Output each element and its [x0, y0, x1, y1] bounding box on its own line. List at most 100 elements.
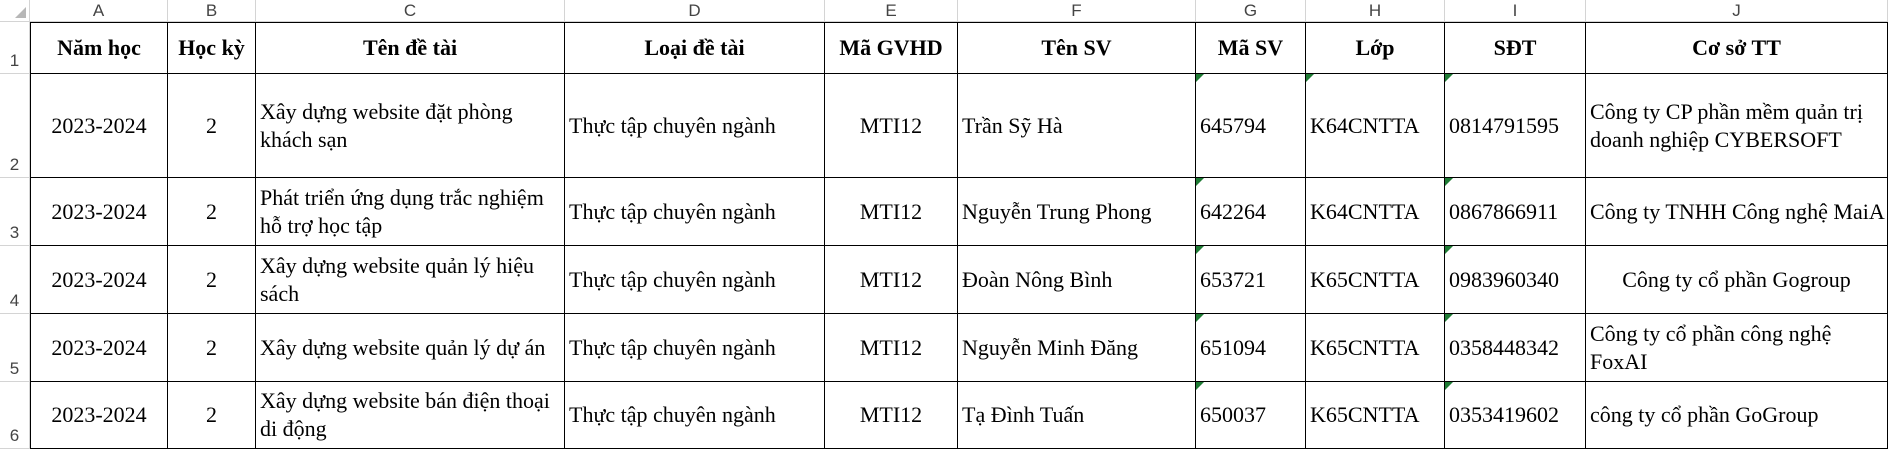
- header-cell-g[interactable]: Mã SV: [1196, 22, 1306, 74]
- row-header-1[interactable]: 1: [0, 22, 30, 74]
- row-header-5[interactable]: 5: [0, 314, 30, 382]
- header-cell-i[interactable]: SĐT: [1445, 22, 1586, 74]
- table-cell[interactable]: MTI12: [825, 74, 958, 178]
- table-cell[interactable]: Thực tập chuyên ngành: [565, 246, 825, 314]
- column-header-g[interactable]: G: [1196, 0, 1306, 22]
- table-cell[interactable]: K64CNTTA: [1306, 178, 1445, 246]
- table-cell[interactable]: 2: [168, 314, 256, 382]
- table-cell[interactable]: Thực tập chuyên ngành: [565, 178, 825, 246]
- table-cell[interactable]: 0867866911: [1445, 178, 1586, 246]
- cell-value: Công ty cổ phần công nghệ FoxAI: [1590, 320, 1832, 374]
- header-cell-label: Mã SV: [1217, 35, 1284, 60]
- table-cell[interactable]: 2: [168, 382, 256, 449]
- header-cell-h[interactable]: Lớp: [1306, 22, 1445, 74]
- column-header-b[interactable]: B: [168, 0, 256, 22]
- table-cell[interactable]: Tạ Đình Tuấn: [958, 382, 1196, 449]
- table-cell[interactable]: 2023-2024: [30, 314, 168, 382]
- cell-value: công ty cổ phần GoGroup: [1590, 402, 1819, 427]
- header-cell-e[interactable]: Mã GVHD: [825, 22, 958, 74]
- table-cell[interactable]: 645794: [1196, 74, 1306, 178]
- cell-value: 2023-2024: [51, 334, 147, 360]
- table-cell[interactable]: 2023-2024: [30, 246, 168, 314]
- table-cell[interactable]: Công ty CP phần mềm quản trị doanh nghiệ…: [1586, 74, 1888, 178]
- table-cell[interactable]: Nguyễn Minh Đăng: [958, 314, 1196, 382]
- error-indicator-icon: [1196, 314, 1204, 322]
- header-cell-b[interactable]: Học kỳ: [168, 22, 256, 74]
- table-cell[interactable]: 653721: [1196, 246, 1306, 314]
- table-cell[interactable]: 2: [168, 246, 256, 314]
- table-cell[interactable]: MTI12: [825, 314, 958, 382]
- error-indicator-icon: [1445, 178, 1453, 186]
- table-cell[interactable]: 650037: [1196, 382, 1306, 449]
- column-header-j[interactable]: J: [1586, 0, 1888, 22]
- table-cell[interactable]: K65CNTTA: [1306, 314, 1445, 382]
- spreadsheet-grid: A B C D E F G H I J 1 2 3 4 5 6 Năm học Học kỳ Tên đề tài L…: [0, 0, 1888, 449]
- table-cell[interactable]: Công ty cổ phần Gogroup: [1586, 246, 1888, 314]
- table-cell[interactable]: Xây dựng website bán điện thoại di động: [256, 382, 565, 449]
- table-cell[interactable]: MTI12: [825, 382, 958, 449]
- table-cell[interactable]: 651094: [1196, 314, 1306, 382]
- table-cell[interactable]: MTI12: [825, 246, 958, 314]
- cell-value: 2: [206, 402, 217, 427]
- table-cell[interactable]: 0983960340: [1445, 246, 1586, 314]
- table-cell[interactable]: Trần Sỹ Hà: [958, 74, 1196, 178]
- table-cell[interactable]: Thực tập chuyên ngành: [565, 314, 825, 382]
- table-cell[interactable]: 0353419602: [1445, 382, 1586, 449]
- cell-value: K64CNTTA: [1310, 198, 1420, 224]
- cell-value: Xây dựng website quản lý hiệu sách: [260, 252, 535, 306]
- table-cell[interactable]: Thực tập chuyên ngành: [565, 382, 825, 449]
- column-header-a[interactable]: A: [30, 0, 168, 22]
- column-header-f[interactable]: F: [958, 0, 1196, 22]
- row-header-6[interactable]: 6: [0, 382, 30, 449]
- table-cell[interactable]: Xây dựng website quản lý hiệu sách: [256, 246, 565, 314]
- row-header-2[interactable]: 2: [0, 74, 30, 178]
- table-cell[interactable]: Phát triển ứng dụng trắc nghiệm hỗ trợ h…: [256, 178, 565, 246]
- table-cell[interactable]: K65CNTTA: [1306, 246, 1445, 314]
- error-indicator-icon: [1196, 74, 1204, 82]
- cell-value: 2: [206, 334, 217, 360]
- table-cell[interactable]: Đoàn Nông Bình: [958, 246, 1196, 314]
- row-header-3[interactable]: 3: [0, 178, 30, 246]
- table-cell[interactable]: 2: [168, 178, 256, 246]
- column-header-d[interactable]: D: [565, 0, 825, 22]
- header-cell-d[interactable]: Loại đề tài: [565, 22, 825, 74]
- header-cell-j[interactable]: Cơ sở TT: [1586, 22, 1888, 74]
- table-cell[interactable]: MTI12: [825, 178, 958, 246]
- header-cell-label: Tên đề tài: [362, 35, 458, 60]
- table-cell[interactable]: K64CNTTA: [1306, 74, 1445, 178]
- header-cell-a[interactable]: Năm học: [30, 22, 168, 74]
- table-cell[interactable]: 0358448342: [1445, 314, 1586, 382]
- table-cell[interactable]: Công ty TNHH Công nghệ MaiA: [1586, 178, 1888, 246]
- cell-value: K64CNTTA: [1310, 112, 1420, 138]
- cell-value: Thực tập chuyên ngành: [569, 402, 776, 427]
- header-cell-f[interactable]: Tên SV: [958, 22, 1196, 74]
- cell-value: 2023-2024: [51, 402, 147, 427]
- table-cell[interactable]: Công ty cổ phần công nghệ FoxAI: [1586, 314, 1888, 382]
- cell-value: Nguyễn Minh Đăng: [962, 334, 1138, 360]
- select-all-corner[interactable]: [0, 0, 30, 22]
- table-cell[interactable]: 2023-2024: [30, 382, 168, 449]
- table-cell[interactable]: 2023-2024: [30, 178, 168, 246]
- table-cell[interactable]: Xây dựng website đặt phòng khách sạn: [256, 74, 565, 178]
- row-header-4[interactable]: 4: [0, 246, 30, 314]
- column-header-e[interactable]: E: [825, 0, 958, 22]
- table-cell[interactable]: 642264: [1196, 178, 1306, 246]
- column-header-i[interactable]: I: [1445, 0, 1586, 22]
- header-cell-c[interactable]: Tên đề tài: [256, 22, 565, 74]
- column-header-h[interactable]: H: [1306, 0, 1445, 22]
- cell-value: Công ty TNHH Công nghệ MaiA: [1590, 198, 1885, 224]
- table-cell[interactable]: 0814791595: [1445, 74, 1586, 178]
- error-indicator-icon: [1445, 314, 1453, 322]
- table-cell[interactable]: 2023-2024: [30, 74, 168, 178]
- table-cell[interactable]: công ty cổ phần GoGroup: [1586, 382, 1888, 449]
- error-indicator-icon: [1445, 74, 1453, 82]
- header-cell-label: Cơ sở TT: [1692, 35, 1781, 60]
- table-cell[interactable]: K65CNTTA: [1306, 382, 1445, 449]
- cell-value: Phát triển ứng dụng trắc nghiệm hỗ trợ h…: [260, 184, 544, 238]
- table-cell[interactable]: Xây dựng website quản lý dự án: [256, 314, 565, 382]
- table-cell[interactable]: Nguyễn Trung Phong: [958, 178, 1196, 246]
- cell-value: 0867866911: [1449, 198, 1559, 224]
- table-cell[interactable]: 2: [168, 74, 256, 178]
- column-header-c[interactable]: C: [256, 0, 565, 22]
- table-cell[interactable]: Thực tập chuyên ngành: [565, 74, 825, 178]
